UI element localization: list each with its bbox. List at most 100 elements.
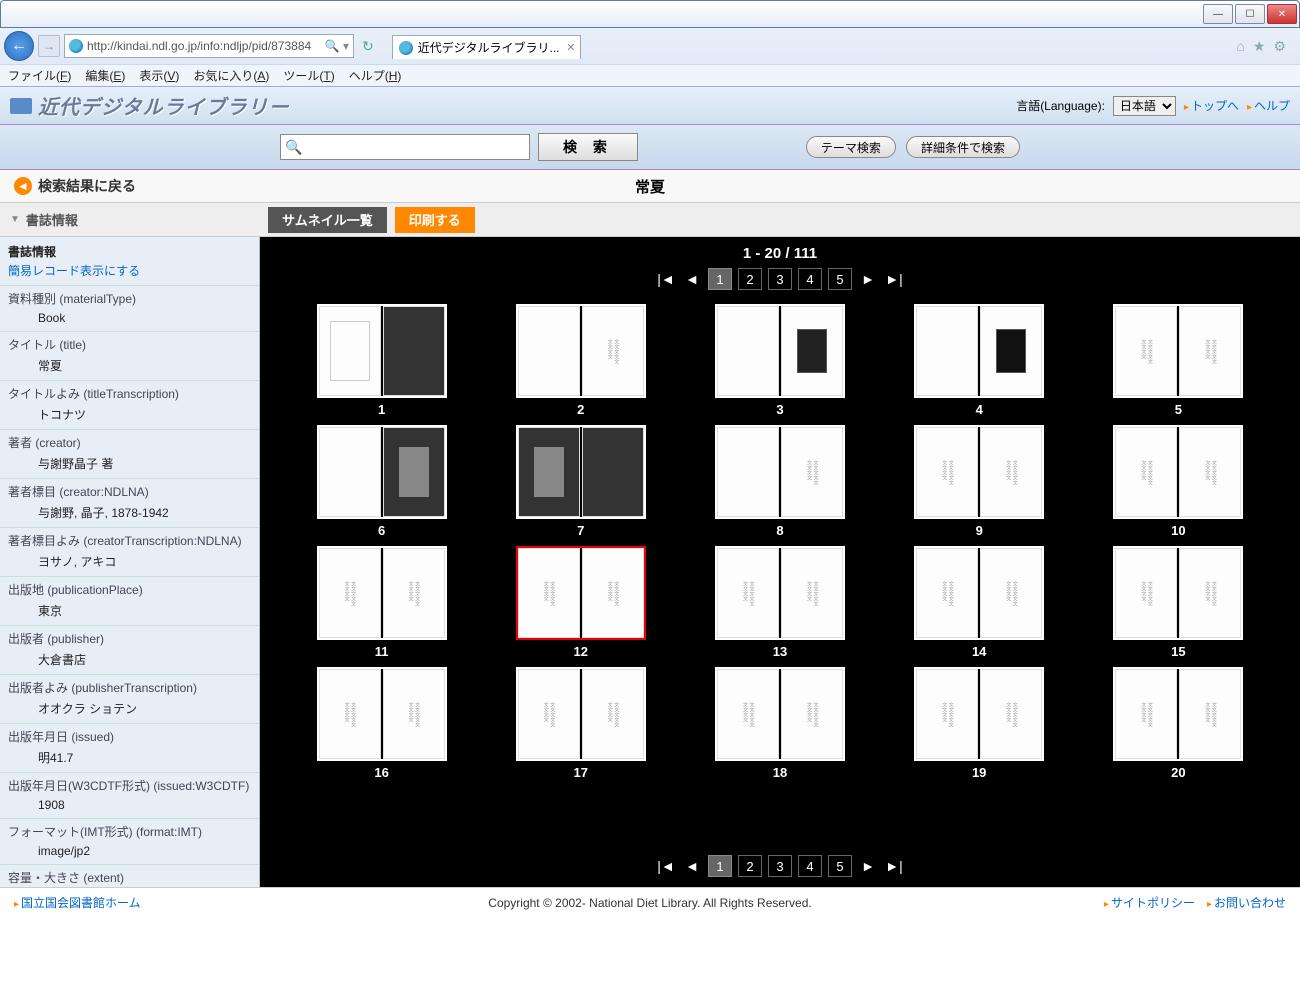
prev-page-button[interactable]: ◄ (682, 268, 702, 290)
menu-item[interactable]: ツール(T) (283, 67, 334, 84)
address-bar[interactable]: 🔍 ▾ (64, 34, 354, 58)
next-page-button[interactable]: ► (858, 268, 878, 290)
print-button[interactable]: 印刷する (395, 207, 475, 233)
close-button[interactable]: ✕ (1267, 4, 1297, 24)
last-page-button[interactable]: ►| (884, 268, 904, 290)
first-page-button[interactable]: |◄ (656, 268, 676, 290)
thumbnail-image[interactable]: 文文文文文文文文文文文文文文文文文文 (715, 546, 845, 640)
page-number-button[interactable]: 2 (738, 855, 762, 877)
thumbnail-cell[interactable]: 文文文文文文文文文文文文文文文文文文5 (1087, 304, 1270, 417)
thumbnail-cell[interactable]: 4 (888, 304, 1071, 417)
search-input[interactable] (302, 140, 525, 155)
footer-policy-link[interactable]: サイトポリシー (1104, 894, 1195, 911)
thumbnail-image[interactable]: 文文文文文文文文文文文文文文文文文文 (1113, 546, 1243, 640)
theme-search-button[interactable]: テーマ検索 (806, 136, 896, 158)
browser-back-button[interactable]: ← (4, 31, 34, 61)
search-dropdown-icon[interactable]: 🔍 ▾ (325, 39, 349, 53)
thumbnail-cell[interactable]: 文文文文文文文文文文文文文文文文文文9 (888, 425, 1071, 538)
minimize-button[interactable]: — (1203, 4, 1233, 24)
thumbnail-image[interactable]: 文文文文文文文文文文文文文文文文文文 (1113, 425, 1243, 519)
thumbnail-cell[interactable]: 文文文文文文文文文文文文文文文文文文18 (688, 667, 871, 780)
page-number-button[interactable]: 3 (768, 268, 792, 290)
thumbnail-image[interactable]: 文文文文文文文文文文文文文文文文文文 (516, 546, 646, 640)
thumbnail-cell[interactable]: 文文文文文文文文文文文文文文文文文文17 (489, 667, 672, 780)
back-to-results[interactable]: ◄ 検索結果に戻る (14, 176, 136, 196)
page-number-button[interactable]: 5 (828, 855, 852, 877)
footer-contact-link[interactable]: お問い合わせ (1207, 894, 1286, 911)
thumbnail-image[interactable]: 文文文文文文文文文文文文文文文文文文 (1113, 667, 1243, 761)
thumbnail-cell[interactable]: 文文文文文文文文文文文文文文文文文文12 (489, 546, 672, 659)
thumbnail-number: 2 (577, 402, 584, 417)
refresh-icon[interactable]: ↻ (358, 38, 378, 55)
thumbnail-cell[interactable]: 1 (290, 304, 473, 417)
thumbnail-number: 8 (776, 523, 783, 538)
maximize-button[interactable]: ☐ (1235, 4, 1265, 24)
thumbnail-cell[interactable]: 3 (688, 304, 871, 417)
first-page-button[interactable]: |◄ (656, 855, 676, 877)
thumbnail-cell[interactable]: 文文文文文文文文文文文文文文文文文文10 (1087, 425, 1270, 538)
pager-top: |◄ ◄ 12345 ► ►| (260, 264, 1300, 294)
thumbnail-image[interactable] (914, 304, 1044, 398)
thumbnail-cell[interactable]: 6 (290, 425, 473, 538)
page-number-button[interactable]: 5 (828, 268, 852, 290)
page-number-button[interactable]: 4 (798, 855, 822, 877)
thumbnail-cell[interactable]: 文文文文文文文文文文文文文文文文文文20 (1087, 667, 1270, 780)
search-button[interactable]: 検 索 (538, 133, 638, 161)
thumbnail-image[interactable] (317, 304, 447, 398)
browser-forward-button[interactable]: → (38, 35, 60, 57)
page-number-button[interactable]: 4 (798, 268, 822, 290)
thumbnail-cell[interactable]: 文文文文文文文文文文文文文文文文文文16 (290, 667, 473, 780)
thumbnail-image[interactable]: 文文文文文文文文文文文文文文文文文文 (516, 667, 646, 761)
page-number-button[interactable]: 2 (738, 268, 762, 290)
thumbnail-cell[interactable]: 文文文文文文文文文文文文文文文文文文14 (888, 546, 1071, 659)
metadata-item: 出版年月日(W3CDTF形式) (issued:W3CDTF)1908 (0, 772, 259, 818)
biblio-toggle[interactable]: 書誌情報 (0, 210, 260, 229)
metadata-item: タイトル (title)常夏 (0, 331, 259, 380)
last-page-button[interactable]: ►| (884, 855, 904, 877)
prev-page-button[interactable]: ◄ (682, 855, 702, 877)
thumbnail-image[interactable]: 文文文文文文文文文文文文文文文文文文 (914, 667, 1044, 761)
thumbnail-image[interactable]: 文文文文文文文文文文文文文文文文文文 (317, 667, 447, 761)
thumbnail-cell[interactable]: 7 (489, 425, 672, 538)
menu-item[interactable]: お気に入り(A) (193, 67, 269, 84)
tab-close-icon[interactable]: ✕ (566, 41, 575, 54)
thumbnail-cell[interactable]: 文文文文文文文文文 8 (688, 425, 871, 538)
thumbnail-cell[interactable]: 文文文文文文文文文文文文文文文文文文13 (688, 546, 871, 659)
thumbnail-cell[interactable]: 文文文文文文文文文 2 (489, 304, 672, 417)
next-page-button[interactable]: ► (858, 855, 878, 877)
menu-item[interactable]: ファイル(F) (8, 67, 71, 84)
thumbnail-cell[interactable]: 文文文文文文文文文文文文文文文文文文11 (290, 546, 473, 659)
simple-record-link[interactable]: 簡易レコード表示にする (0, 262, 259, 285)
thumbnail-image[interactable]: 文文文文文文文文文文文文文文文文文文 (715, 667, 845, 761)
thumbnail-image[interactable]: 文文文文文文文文文 (715, 425, 845, 519)
page-number-button[interactable]: 1 (708, 268, 732, 290)
url-input[interactable] (87, 39, 321, 53)
language-select[interactable]: 日本語 (1113, 96, 1176, 116)
thumbnail-cell[interactable]: 文文文文文文文文文文文文文文文文文文15 (1087, 546, 1270, 659)
menu-item[interactable]: ヘルプ(H) (349, 67, 402, 84)
logo-area[interactable]: 近代デジタルライブラリー (10, 91, 290, 120)
thumbnail-image[interactable]: 文文文文文文文文文文文文文文文文文文 (914, 546, 1044, 640)
metadata-value: 明41.7 (8, 745, 251, 768)
page-number-button[interactable]: 1 (708, 855, 732, 877)
footer-home-link[interactable]: 国立国会図書館ホーム (14, 894, 141, 911)
thumbnail-image[interactable]: 文文文文文文文文文文文文文文文文文文 (317, 546, 447, 640)
thumbnail-cell[interactable]: 文文文文文文文文文文文文文文文文文文19 (888, 667, 1071, 780)
link-top[interactable]: トップへ (1184, 97, 1239, 114)
page-number-button[interactable]: 3 (768, 855, 792, 877)
thumbnail-image[interactable] (317, 425, 447, 519)
tools-icon[interactable]: ⚙ (1273, 38, 1286, 55)
link-help[interactable]: ヘルプ (1247, 97, 1290, 114)
advanced-search-button[interactable]: 詳細条件で検索 (906, 136, 1020, 158)
menu-item[interactable]: 編集(E) (85, 67, 125, 84)
home-icon[interactable]: ⌂ (1236, 38, 1244, 55)
thumbnail-view-button[interactable]: サムネイル一覧 (268, 207, 387, 233)
menu-item[interactable]: 表示(V) (139, 67, 179, 84)
thumbnail-image[interactable] (516, 425, 646, 519)
thumbnail-image[interactable]: 文文文文文文文文文 (516, 304, 646, 398)
thumbnail-image[interactable]: 文文文文文文文文文文文文文文文文文文 (1113, 304, 1243, 398)
thumbnail-image[interactable]: 文文文文文文文文文文文文文文文文文文 (914, 425, 1044, 519)
favorites-icon[interactable]: ★ (1253, 38, 1266, 55)
thumbnail-image[interactable] (715, 304, 845, 398)
browser-tab[interactable]: 近代デジタルライブラリ... ✕ (392, 35, 581, 59)
